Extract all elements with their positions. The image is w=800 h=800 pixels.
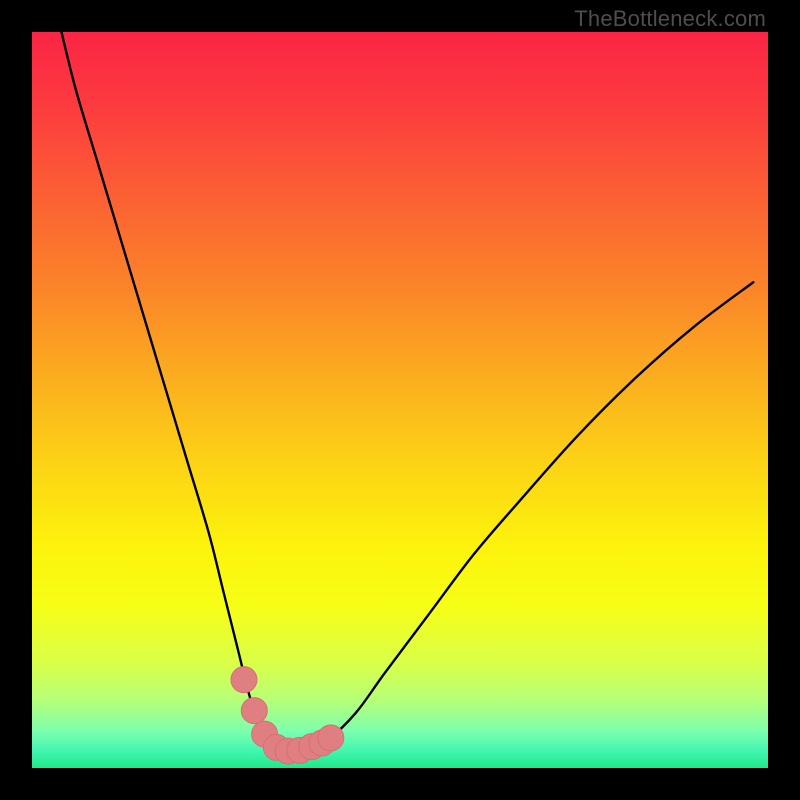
highlight-marker bbox=[318, 725, 344, 751]
watermark-text: TheBottleneck.com bbox=[574, 6, 766, 32]
plot-svg bbox=[32, 32, 768, 768]
highlight-marker bbox=[241, 698, 267, 724]
gradient-background bbox=[32, 32, 768, 768]
plot-area bbox=[32, 32, 768, 768]
outer-frame: TheBottleneck.com bbox=[0, 0, 800, 800]
highlight-marker bbox=[231, 667, 257, 693]
